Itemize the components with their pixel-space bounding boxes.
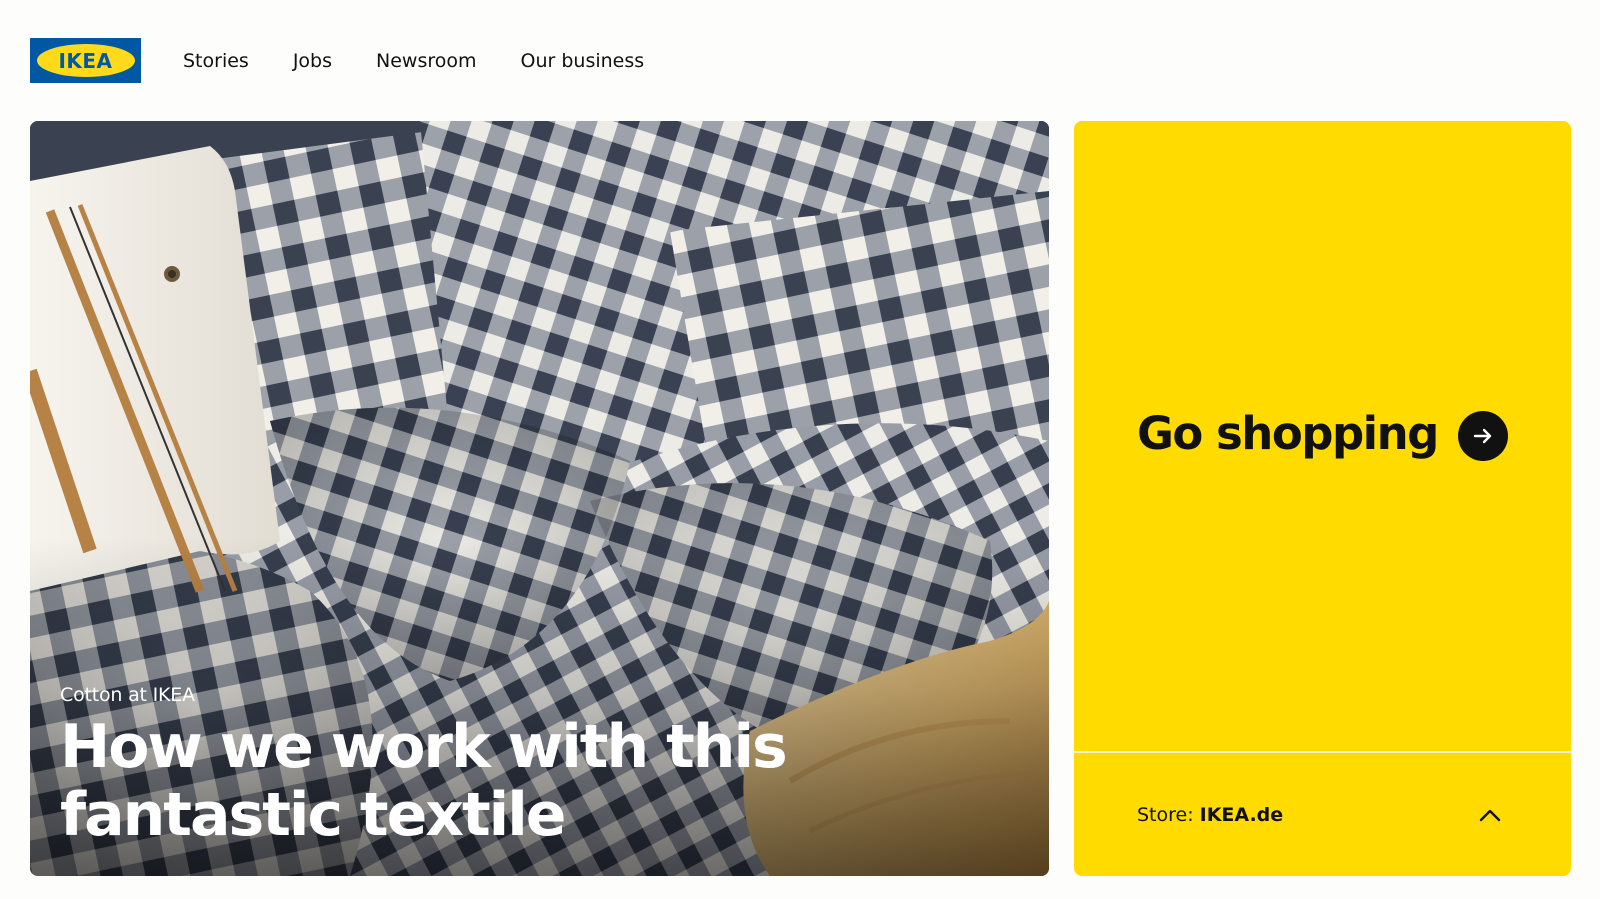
hero-story-card[interactable]: Cotton at IKEA How we work with this fan… — [30, 121, 1049, 876]
go-shopping-card: Go shopping Store: IKEA.de — [1074, 121, 1571, 876]
go-shopping-title: Go shopping — [1137, 407, 1439, 460]
main-nav: Stories Jobs Newsroom Our business — [183, 50, 688, 72]
nav-link-newsroom[interactable]: Newsroom — [376, 50, 477, 72]
store-label: Store: — [1137, 803, 1194, 826]
go-shopping-link[interactable]: Go shopping — [1074, 121, 1571, 751]
store-selector[interactable]: Store: IKEA.de — [1074, 753, 1571, 876]
site-header: IKEA Stories Jobs Newsroom Our business — [30, 38, 688, 83]
store-value: IKEA.de — [1199, 803, 1284, 826]
logo-text: IKEA — [58, 48, 113, 73]
ikea-logo[interactable]: IKEA — [30, 38, 141, 83]
hero-eyebrow: Cotton at IKEA — [60, 684, 195, 706]
chevron-up-icon[interactable] — [1479, 808, 1501, 822]
nav-link-jobs[interactable]: Jobs — [293, 50, 332, 72]
arrow-right-icon[interactable] — [1458, 411, 1508, 461]
hero-title: How we work with this fantastic textile — [60, 712, 788, 850]
nav-link-our-business[interactable]: Our business — [521, 50, 645, 72]
logo-oval: IKEA — [36, 44, 135, 77]
nav-link-stories[interactable]: Stories — [183, 50, 249, 72]
